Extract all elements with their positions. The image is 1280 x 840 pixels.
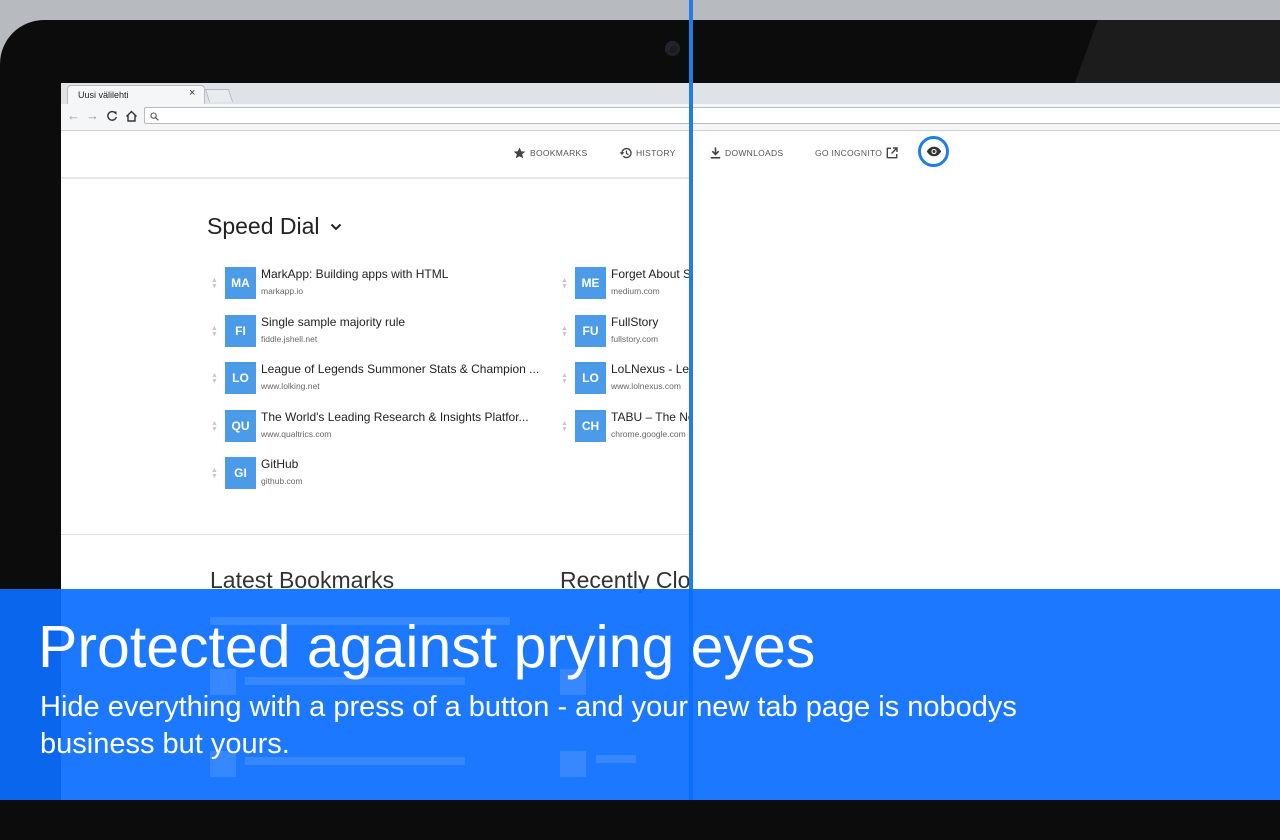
reorder-handle-icon[interactable]: ▲ ▼	[211, 372, 219, 385]
site-url: www.qualtrics.com	[261, 428, 332, 439]
site-url: fullstory.com	[611, 333, 659, 344]
site-url: markapp.io	[261, 286, 304, 296]
speed-dial-item[interactable]: ▲ ▼ CH TABU – The Ne chrome.google.com	[561, 409, 690, 446]
reorder-handle-icon[interactable]: ▲ ▼	[211, 325, 219, 338]
go-incognito-label: GO INCOGNITO	[815, 148, 883, 158]
speed-dial-item[interactable]: ▲ ▼ MA MarkApp: Building apps with HTML mark…	[211, 267, 545, 303]
site-name: League of Legends Summoner Stats & Champ…	[261, 362, 540, 376]
site-tile: LO	[575, 362, 606, 394]
reorder-handle-icon[interactable]: ▲ ▼	[561, 420, 569, 433]
site-tile: MA	[225, 267, 256, 299]
site-tile: LO	[225, 362, 256, 394]
speed-dial-item[interactable]: ▲ ▼ GI GitHub github.com	[211, 457, 545, 493]
promo-banner: Protected against prying eyes Hide every…	[0, 589, 1280, 800]
site-url: www.lolnexus.com	[611, 381, 681, 391]
go-incognito-link[interactable]: GO INCOGNITO	[815, 147, 898, 159]
ntp-header: BOOKMARKS HISTORY	[61, 131, 690, 179]
speed-dial-item[interactable]: ▲ ▼ QU The World's Leading Research & Insig…	[211, 409, 545, 446]
reorder-handle-icon[interactable]: ▲ ▼	[561, 277, 569, 290]
star-icon	[513, 147, 526, 159]
site-name: The World's Leading Research & Insights …	[261, 409, 529, 424]
site-name: Forget About Sc	[611, 267, 690, 281]
download-icon	[710, 147, 721, 159]
chevron-down-icon[interactable]	[330, 223, 342, 231]
site-tile: ME	[575, 267, 606, 299]
history-link[interactable]: HISTORY	[619, 147, 676, 159]
site-name: LoLNexus - Lea	[611, 362, 690, 376]
site-url: www.lolking.net	[261, 381, 320, 391]
speed-dial-item[interactable]: ▲ ▼ ME Forget About Sc medium.com	[561, 267, 690, 303]
speed-dial-item[interactable]: ▲ ▼ LO LoLNexus - Lea www.lolnexus.com	[561, 362, 690, 398]
site-name: MarkApp: Building apps with HTML	[261, 267, 449, 281]
site-tile: GI	[225, 457, 256, 489]
bezel-glare	[1072, 20, 1280, 90]
site-tile: QU	[225, 409, 256, 442]
bookmarks-label: BOOKMARKS	[530, 148, 588, 158]
site-name: GitHub	[261, 457, 299, 471]
site-url: fiddle.jshell.net	[261, 333, 318, 344]
speed-dial-item[interactable]: ▲ ▼ FU FullStory fullstory.com	[561, 314, 690, 351]
hide-content-button[interactable]	[918, 136, 949, 167]
eye-icon	[926, 146, 941, 157]
site-tile: CH	[575, 409, 606, 442]
site-name: TABU – The Ne	[611, 409, 690, 424]
reorder-handle-icon[interactable]: ▲ ▼	[211, 277, 219, 290]
open-external-icon	[886, 147, 898, 159]
reorder-handle-icon[interactable]: ▲ ▼	[211, 467, 219, 480]
promo-subtitle: Hide everything with a press of a button…	[40, 691, 1017, 760]
downloads-label: DOWNLOADS	[725, 148, 784, 158]
history-label: HISTORY	[636, 148, 676, 158]
history-icon	[619, 147, 632, 159]
section-divider	[61, 534, 690, 535]
downloads-link[interactable]: DOWNLOADS	[710, 147, 783, 159]
speed-dial-item[interactable]: ▲ ▼ FI Single sample majority rule fiddle.js…	[211, 314, 545, 351]
site-url: medium.com	[611, 286, 660, 296]
site-tile: FU	[575, 314, 606, 347]
site-name: FullStory	[611, 314, 659, 329]
site-name: Single sample majority rule	[261, 314, 406, 329]
bookmarks-link[interactable]: BOOKMARKS	[513, 147, 588, 159]
speed-dial-header[interactable]: Speed Dial	[207, 213, 342, 240]
promo-title: Protected against prying eyes	[38, 614, 816, 680]
reorder-handle-icon[interactable]: ▲ ▼	[561, 372, 569, 385]
site-url: chrome.google.com	[611, 428, 686, 439]
webcam	[665, 41, 680, 56]
speed-dial-item[interactable]: ▲ ▼ LO League of Legends Summoner Stats & C…	[211, 362, 545, 398]
reorder-handle-icon[interactable]: ▲ ▼	[561, 325, 569, 338]
site-url: github.com	[261, 476, 303, 486]
site-tile: FI	[225, 314, 256, 347]
reorder-handle-icon[interactable]: ▲ ▼	[211, 420, 219, 433]
speed-dial-title: Speed Dial	[207, 213, 320, 239]
